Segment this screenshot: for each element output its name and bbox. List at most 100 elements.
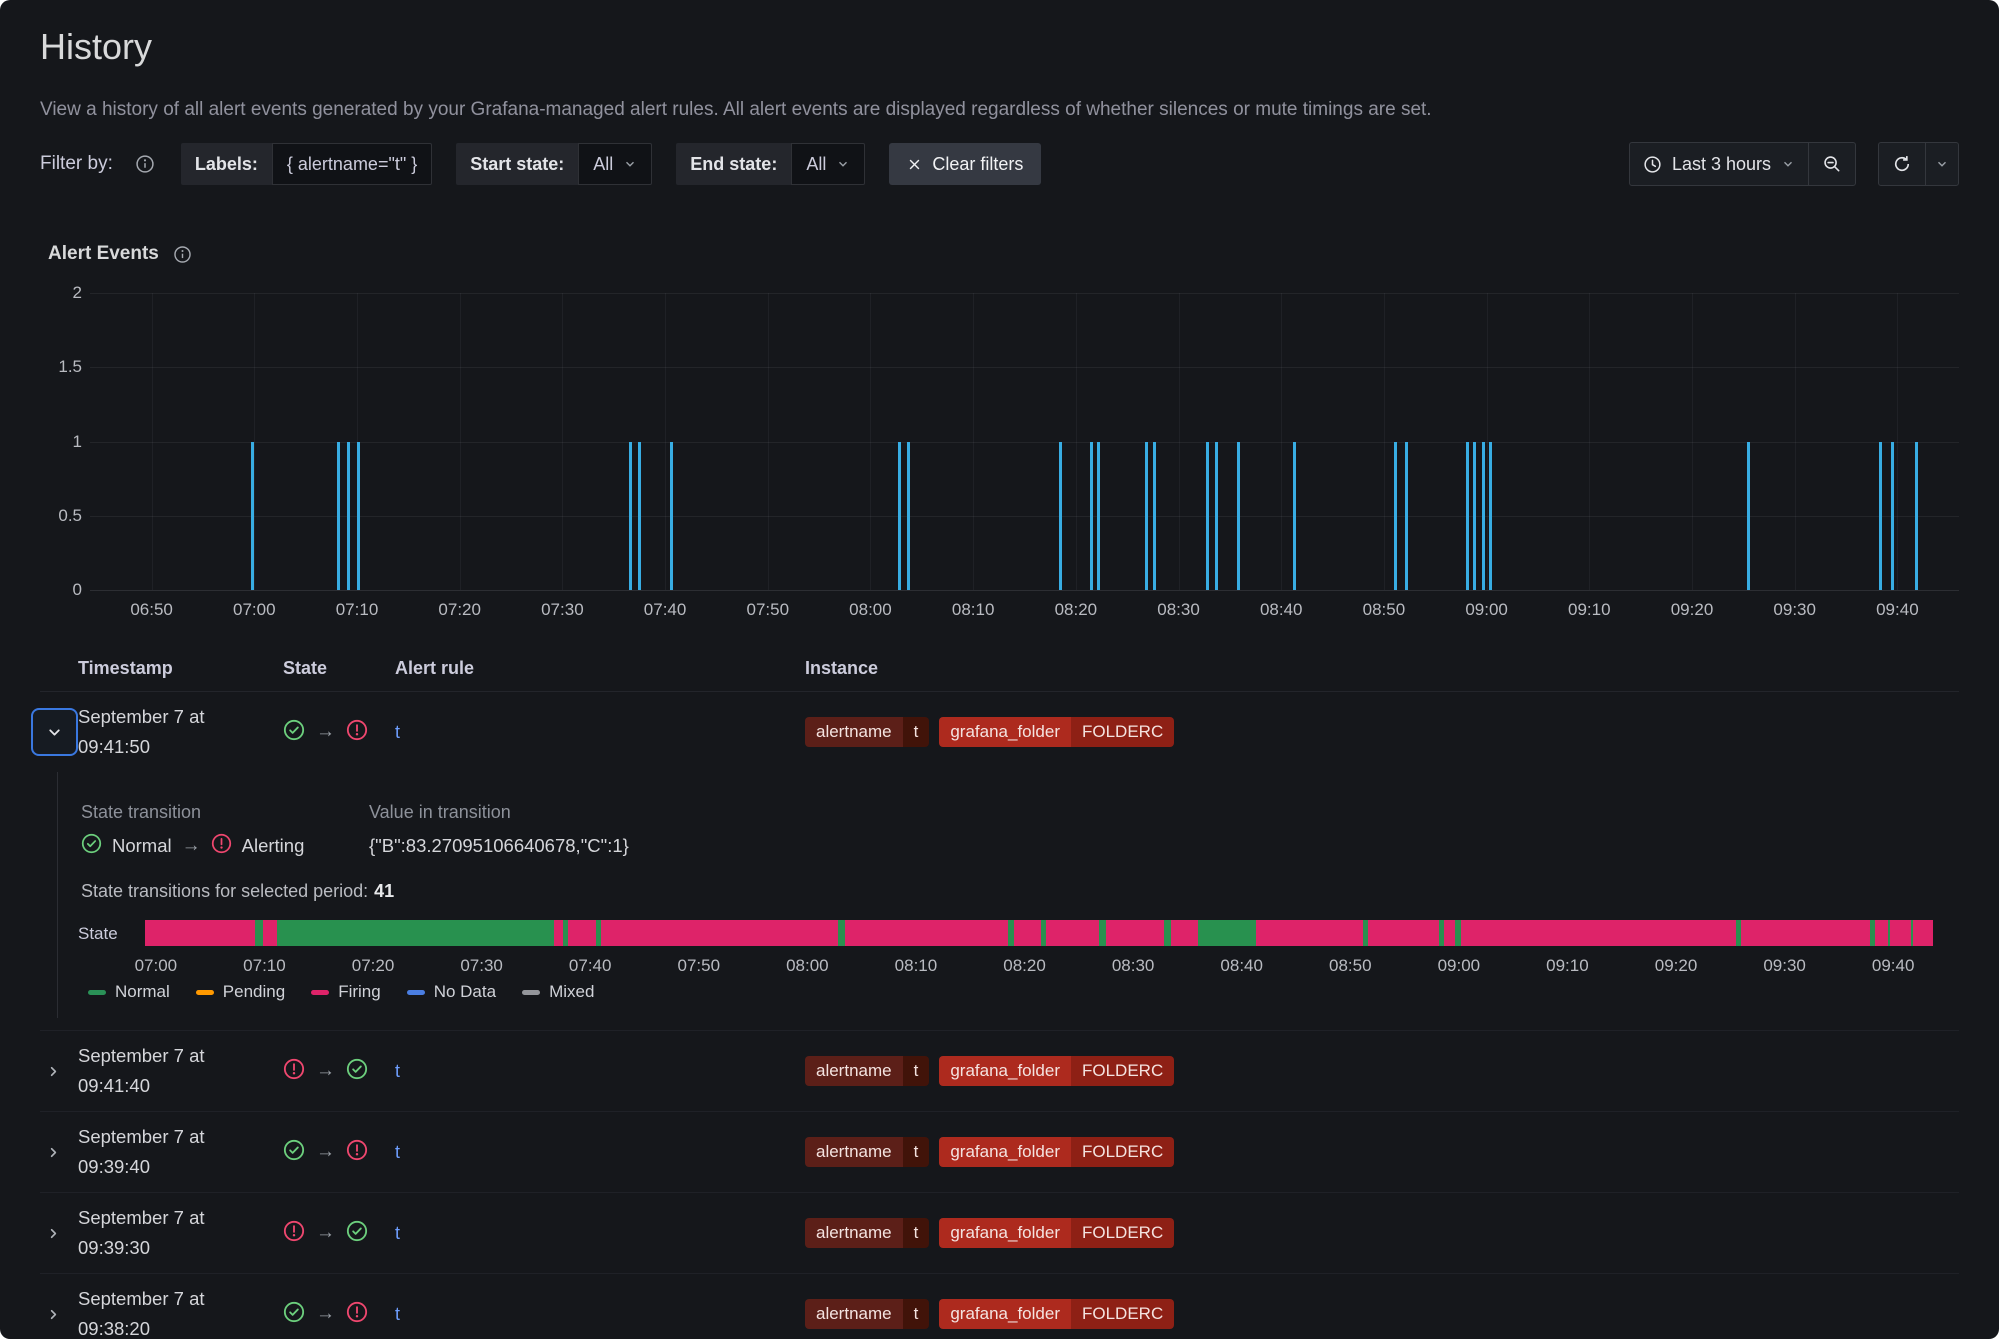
collapse-row-button[interactable] <box>31 708 78 756</box>
legend-item[interactable]: Normal <box>88 982 170 1002</box>
x-gridline <box>1179 293 1180 590</box>
refresh-button[interactable] <box>1879 143 1925 185</box>
instance-label-badge: grafana_folderFOLDERC <box>939 717 1174 747</box>
alert-event-bar <box>1293 442 1296 591</box>
arrow-right-icon: → <box>316 1060 335 1082</box>
col-alert-rule: Alert rule <box>395 658 805 679</box>
x-gridline <box>973 293 974 590</box>
state-timeline-legend: Normal Pending Firing No Data Mixed <box>88 982 594 1002</box>
timeline-segment-firing <box>1741 920 1869 946</box>
legend-label: Normal <box>115 982 170 1002</box>
alert-event-bar <box>1059 442 1062 591</box>
alert-rule-link[interactable]: t <box>395 1142 400 1162</box>
zoom-out-button[interactable] <box>1809 143 1855 185</box>
timeline-tick-label: 08:10 <box>895 956 938 976</box>
alert-rule-link[interactable]: t <box>395 1061 400 1081</box>
clock-icon <box>1643 155 1662 174</box>
timeline-segment-normal <box>1099 920 1106 946</box>
badge-key: alertname <box>805 717 903 747</box>
panel-info-icon[interactable] <box>173 245 192 264</box>
legend-item[interactable]: Pending <box>196 982 285 1002</box>
alert-event-bar <box>1747 442 1750 591</box>
expand-row-button[interactable] <box>46 1226 61 1241</box>
timeline-tick-label: 08:40 <box>1220 956 1263 976</box>
legend-item[interactable]: No Data <box>407 982 496 1002</box>
time-range-button[interactable]: Last 3 hours <box>1630 143 1808 185</box>
end-state-select[interactable]: All <box>791 143 865 185</box>
exclamation-circle-icon <box>211 833 232 859</box>
badge-key: grafana_folder <box>939 1299 1071 1329</box>
instance-cell: alertnametgrafana_folderFOLDERC <box>805 1299 1959 1329</box>
y-axis-tick-label: 0 <box>40 580 82 600</box>
instance-cell: alertnametgrafana_folderFOLDERC <box>805 1056 1959 1086</box>
page-title: History <box>40 26 152 68</box>
x-gridline <box>1692 293 1693 590</box>
alert-event-bar <box>347 442 350 591</box>
x-gridline <box>1589 293 1590 590</box>
badge-value: FOLDERC <box>1071 1137 1174 1167</box>
x-axis-tick-label: 08:40 <box>1260 600 1303 620</box>
alert-event-bar <box>670 442 673 591</box>
timeline-segment-firing <box>1444 920 1455 946</box>
x-axis-tick-label: 07:30 <box>541 600 584 620</box>
filter-bar: Filter by: Labels: { alertname="t" } Sta… <box>40 142 1959 186</box>
table-row: September 7 at09:39:30→talertnametgrafan… <box>40 1193 1959 1274</box>
x-gridline <box>870 293 871 590</box>
y-gridline <box>90 442 1959 443</box>
timeline-segment-firing <box>568 920 595 946</box>
timeline-segment-firing <box>601 920 838 946</box>
expanded-row-guide-line <box>57 772 58 1018</box>
legend-item[interactable]: Mixed <box>522 982 594 1002</box>
alert-event-bar <box>1090 442 1093 591</box>
badge-value: t <box>903 1218 930 1248</box>
expand-row-button[interactable] <box>46 1145 61 1160</box>
timeline-segment-firing <box>1461 920 1736 946</box>
alert-rule-link[interactable]: t <box>395 1223 400 1243</box>
table-row: September 7 at09:41:40→talertnametgrafan… <box>40 1031 1959 1112</box>
badge-key: alertname <box>805 1056 903 1086</box>
timeline-segment-normal <box>1164 920 1171 946</box>
alert-event-bar <box>1489 442 1492 591</box>
alert-rule-link[interactable]: t <box>395 1304 400 1324</box>
timeline-tick-label: 09:10 <box>1546 956 1589 976</box>
badge-value: t <box>903 1056 930 1086</box>
labels-filter: Labels: { alertname="t" } <box>181 143 432 185</box>
filter-info-icon[interactable] <box>135 154 155 174</box>
alert-event-bar <box>1482 442 1485 591</box>
refresh-interval-dropdown[interactable] <box>1926 143 1958 185</box>
legend-label: No Data <box>434 982 496 1002</box>
expand-row-button[interactable] <box>46 1064 61 1079</box>
panel-title: Alert Events <box>48 243 159 265</box>
timestamp-time: 09:38:20 <box>78 1314 283 1339</box>
timeline-segment-firing <box>1046 920 1098 946</box>
labels-filter-input[interactable]: { alertname="t" } <box>272 143 432 185</box>
timestamp-date: September 7 at <box>78 702 283 732</box>
start-state-select[interactable]: All <box>578 143 652 185</box>
badge-value: t <box>903 1299 930 1329</box>
timeline-tick-label: 09:40 <box>1872 956 1915 976</box>
instance-label-badge: alertnamet <box>805 1218 929 1248</box>
time-range-value: Last 3 hours <box>1672 154 1771 175</box>
alert-event-bar <box>1215 442 1218 591</box>
badge-value: t <box>903 717 930 747</box>
alert-event-bar <box>1473 442 1476 591</box>
expand-row-button[interactable] <box>46 1307 61 1322</box>
timeline-segment-normal <box>838 920 845 946</box>
alert-events-plot[interactable]: 06:5007:0007:1007:2007:3007:4007:5008:00… <box>90 293 1959 590</box>
legend-item[interactable]: Firing <box>311 982 381 1002</box>
alert-rule-link[interactable]: t <box>395 722 400 742</box>
x-gridline <box>1487 293 1488 590</box>
x-axis-tick-label: 07:10 <box>336 600 379 620</box>
badge-value: FOLDERC <box>1071 717 1174 747</box>
page-subtitle: View a history of all alert events gener… <box>40 99 1432 121</box>
check-circle-icon <box>81 833 102 859</box>
x-gridline <box>1897 293 1898 590</box>
instance-label-badge: alertnamet <box>805 1299 929 1329</box>
check-circle-icon <box>283 1139 305 1166</box>
clear-filters-button[interactable]: Clear filters <box>889 143 1041 185</box>
timestamp-date: September 7 at <box>78 1203 283 1233</box>
badge-key: grafana_folder <box>939 1056 1071 1086</box>
to-state-text: Alerting <box>242 835 305 857</box>
time-range-picker: Last 3 hours <box>1629 142 1856 186</box>
alert-event-bar <box>1237 442 1240 591</box>
